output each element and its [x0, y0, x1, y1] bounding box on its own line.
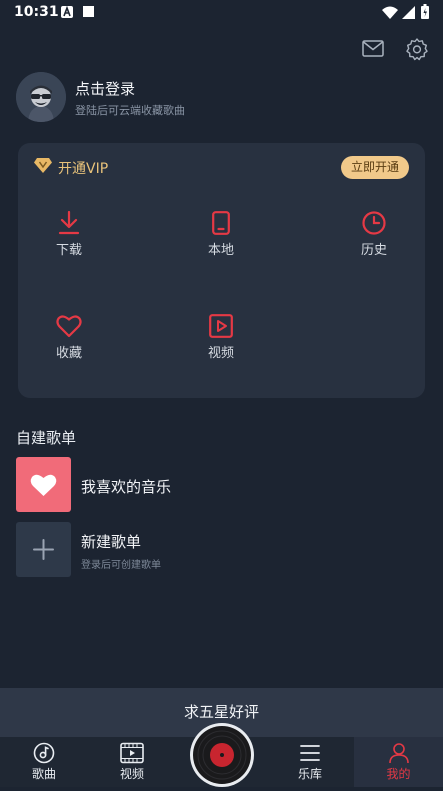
new-playlist-subtitle: 登录后可创建歌单 [81, 560, 161, 571]
vip-diamond-icon [34, 158, 52, 173]
signal-icon [402, 6, 415, 19]
vinyl-disc-icon [193, 726, 251, 784]
tab-video[interactable]: 视频 [88, 737, 176, 787]
favorites-label: 收藏 [55, 346, 82, 361]
new-playlist-title[interactable]: 新建歌单 [81, 531, 141, 552]
tab-songs-label: 歌曲 [31, 767, 56, 781]
notification-a-icon [61, 6, 73, 18]
now-playing-disc[interactable] [190, 723, 254, 787]
local-label: 本地 [207, 243, 234, 258]
video-icon [209, 314, 233, 338]
tab-mine-label: 我的 [386, 767, 411, 781]
plus-icon [33, 539, 54, 560]
tab-library[interactable]: 乐库 [266, 737, 354, 787]
history-label: 历史 [360, 243, 387, 258]
heart-icon [30, 474, 57, 496]
tab-video-label: 视频 [119, 767, 144, 781]
status-bar: 10:31 [0, 0, 443, 26]
local-button[interactable]: 本地 [181, 211, 261, 271]
history-button[interactable]: 历史 [334, 211, 414, 271]
video-icon [120, 742, 144, 764]
liked-music-title[interactable]: 我喜欢的音乐 [81, 476, 171, 497]
user-icon [388, 743, 409, 764]
mail-icon[interactable] [362, 40, 384, 58]
status-time: 10:31 [14, 4, 59, 20]
avatar[interactable] [16, 72, 66, 122]
clock-icon [362, 211, 386, 235]
favorites-button[interactable]: 收藏 [29, 314, 109, 374]
notification-square-icon [83, 6, 94, 17]
vip-activate-button[interactable]: 立即开通 [341, 156, 409, 179]
playlists-section-title: 自建歌单 [16, 429, 77, 447]
video-label: 视频 [207, 346, 234, 361]
heart-icon [56, 315, 82, 338]
battery-icon [421, 4, 429, 19]
phone-icon [212, 211, 230, 235]
login-subtitle: 登陆后可云端收藏歌曲 [75, 104, 185, 117]
music-note-icon [33, 742, 55, 764]
download-icon [58, 211, 80, 235]
liked-music-cover[interactable] [16, 457, 71, 512]
tab-mine[interactable]: 我的 [354, 737, 443, 787]
vip-label: 开通VIP [58, 161, 109, 177]
download-label: 下载 [55, 243, 82, 258]
settings-icon[interactable] [405, 37, 429, 61]
download-button[interactable]: 下载 [29, 211, 109, 271]
menu-icon [300, 745, 320, 761]
video-button[interactable]: 视频 [181, 314, 261, 374]
avatar-icon [16, 72, 66, 122]
wifi-icon [382, 6, 398, 19]
tab-library-label: 乐库 [297, 767, 322, 781]
new-playlist-cover[interactable] [16, 522, 71, 577]
login-title[interactable]: 点击登录 [75, 78, 135, 99]
tab-songs[interactable]: 歌曲 [0, 737, 88, 787]
